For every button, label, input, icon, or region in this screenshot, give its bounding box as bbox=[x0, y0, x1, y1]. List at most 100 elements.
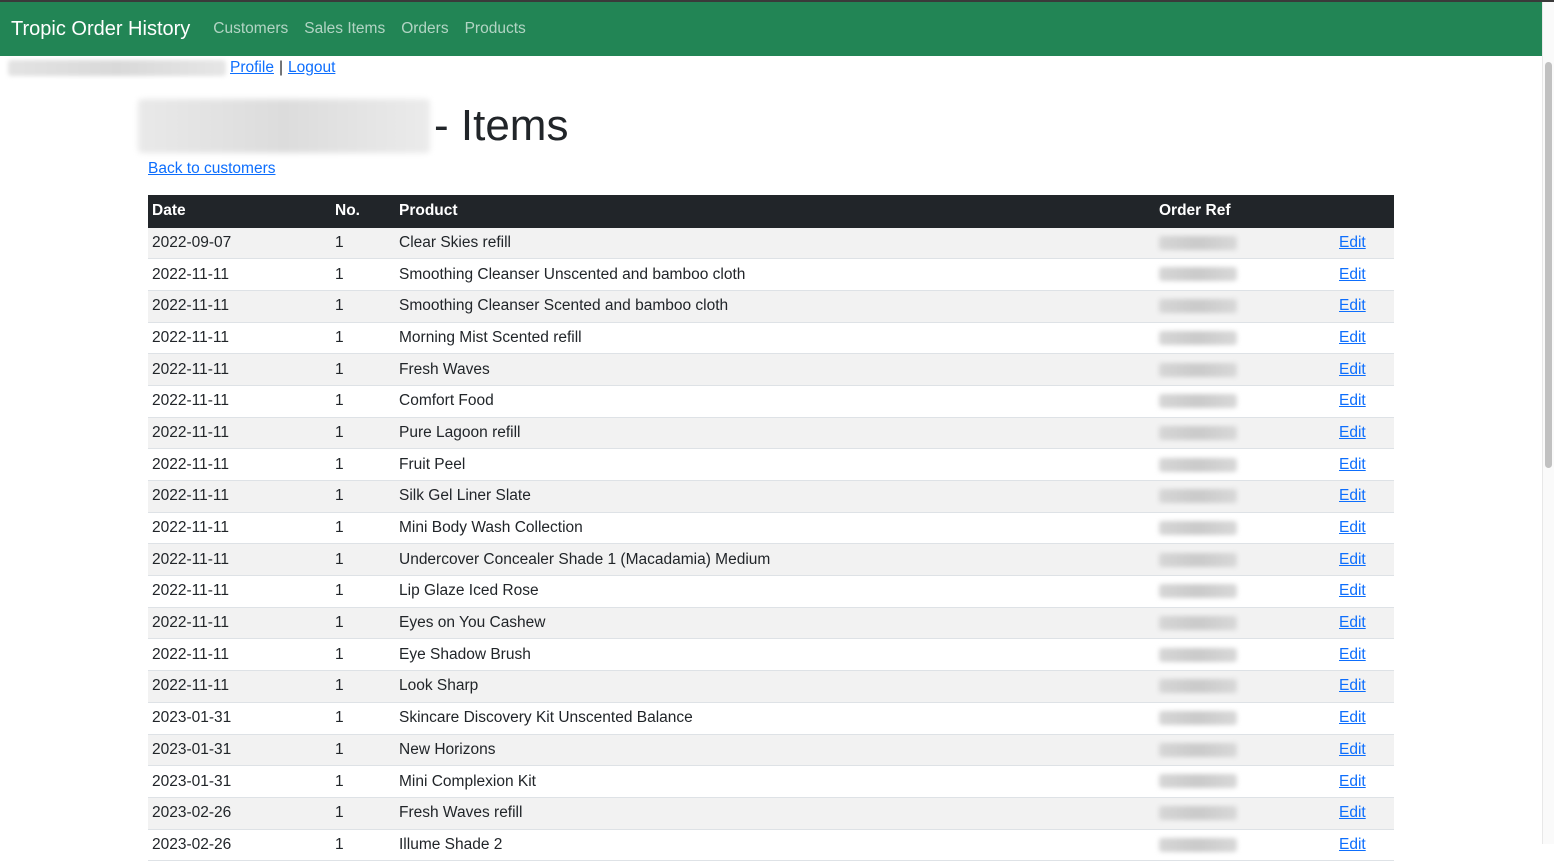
cell-actions: Edit bbox=[1327, 607, 1394, 640]
redacted-order-ref bbox=[1159, 235, 1237, 250]
table-row: 2023-01-31 1 New Horizons Edit bbox=[148, 734, 1394, 767]
cell-actions: Edit bbox=[1327, 670, 1394, 703]
cell-date: 2022-11-11 bbox=[148, 290, 331, 323]
page-scrollbar[interactable] bbox=[1542, 2, 1554, 844]
cell-actions: Edit bbox=[1327, 353, 1394, 386]
table-row: 2022-11-11 1 Look Sharp Edit bbox=[148, 670, 1394, 703]
edit-link[interactable]: Edit bbox=[1339, 836, 1366, 853]
navbar-brand[interactable]: Tropic Order History bbox=[11, 18, 190, 41]
table-row: 2022-11-11 1 Undercover Concealer Shade 1 … bbox=[148, 543, 1394, 577]
edit-link[interactable]: Edit bbox=[1339, 741, 1366, 758]
cell-order-ref bbox=[1155, 638, 1327, 672]
redacted-order-ref bbox=[1159, 457, 1237, 472]
redacted-order-ref bbox=[1159, 584, 1237, 599]
cell-product: Smoothing Cleanser Scented and bamboo cl… bbox=[395, 290, 1155, 323]
cell-no: 1 bbox=[331, 797, 395, 830]
cell-no: 1 bbox=[331, 765, 395, 798]
edit-link[interactable]: Edit bbox=[1339, 361, 1366, 378]
edit-link[interactable]: Edit bbox=[1339, 646, 1366, 663]
userbar-separator: | bbox=[278, 59, 283, 76]
cell-date: 2022-09-07 bbox=[148, 227, 331, 260]
edit-link[interactable]: Edit bbox=[1339, 677, 1366, 694]
redacted-order-ref bbox=[1159, 616, 1237, 630]
table-row: 2022-09-07 1 Clear Skies refill Edit bbox=[148, 227, 1394, 260]
cell-product: Eyes on You Cashew bbox=[395, 607, 1155, 640]
cell-product: Clear Skies refill bbox=[395, 227, 1155, 260]
cell-actions: Edit bbox=[1327, 829, 1394, 861]
cell-product: Fresh Waves bbox=[395, 353, 1155, 386]
nav-link-sales-items[interactable]: Sales Items bbox=[304, 20, 385, 38]
nav-link-products[interactable]: Products bbox=[465, 20, 526, 38]
table-row: 2023-02-26 1 Fresh Waves refill Edit bbox=[148, 797, 1394, 830]
redacted-order-ref bbox=[1159, 362, 1237, 377]
cell-actions: Edit bbox=[1327, 543, 1394, 577]
edit-link[interactable]: Edit bbox=[1339, 614, 1366, 631]
table-row: 2022-11-11 1 Smoothing Cleanser Scented an… bbox=[148, 290, 1394, 323]
cell-order-ref bbox=[1155, 670, 1327, 703]
edit-link[interactable]: Edit bbox=[1339, 582, 1366, 599]
edit-link[interactable]: Edit bbox=[1339, 487, 1366, 504]
cell-date: 2023-01-31 bbox=[148, 702, 331, 735]
cell-product: New Horizons bbox=[395, 734, 1155, 767]
cell-no: 1 bbox=[331, 543, 395, 577]
cell-no: 1 bbox=[331, 638, 395, 672]
cell-order-ref bbox=[1155, 512, 1327, 545]
items-table: Date No. Product Order Ref 2022-09-07 1 Cl… bbox=[148, 195, 1394, 861]
cell-date: 2023-02-26 bbox=[148, 829, 331, 861]
cell-product: Silk Gel Liner Slate bbox=[395, 480, 1155, 513]
edit-link[interactable]: Edit bbox=[1339, 266, 1366, 283]
edit-link[interactable]: Edit bbox=[1339, 234, 1366, 251]
edit-link[interactable]: Edit bbox=[1339, 424, 1366, 441]
cell-no: 1 bbox=[331, 290, 395, 323]
table-row: 2022-11-11 1 Pure Lagoon refill Edit bbox=[148, 417, 1394, 450]
cell-order-ref bbox=[1155, 575, 1327, 608]
cell-actions: Edit bbox=[1327, 258, 1394, 291]
edit-link[interactable]: Edit bbox=[1339, 329, 1366, 346]
edit-link[interactable]: Edit bbox=[1339, 804, 1366, 821]
header-product: Product bbox=[395, 195, 1155, 228]
redacted-order-ref bbox=[1159, 711, 1237, 726]
logout-link[interactable]: Logout bbox=[288, 59, 335, 77]
cell-no: 1 bbox=[331, 353, 395, 386]
table-header-row: Date No. Product Order Ref bbox=[148, 195, 1394, 228]
nav-link-customers[interactable]: Customers bbox=[213, 20, 288, 38]
cell-actions: Edit bbox=[1327, 638, 1394, 672]
edit-link[interactable]: Edit bbox=[1339, 773, 1366, 790]
cell-product: Undercover Concealer Shade 1 (Macadamia)… bbox=[395, 543, 1155, 577]
table-row: 2022-11-11 1 Silk Gel Liner Slate Edit bbox=[148, 480, 1394, 513]
cell-product: Look Sharp bbox=[395, 670, 1155, 703]
cell-order-ref bbox=[1155, 829, 1327, 861]
cell-actions: Edit bbox=[1327, 227, 1394, 260]
user-bar: Profile | Logout bbox=[8, 58, 335, 78]
cell-product: Smoothing Cleanser Unscented and bamboo … bbox=[395, 258, 1155, 291]
cell-no: 1 bbox=[331, 385, 395, 418]
header-date: Date bbox=[148, 195, 331, 228]
edit-link[interactable]: Edit bbox=[1339, 392, 1366, 409]
back-to-customers-link[interactable]: Back to customers bbox=[148, 160, 276, 178]
nav-link-orders[interactable]: Orders bbox=[401, 20, 448, 38]
redacted-order-ref bbox=[1159, 552, 1237, 567]
cell-no: 1 bbox=[331, 575, 395, 608]
cell-order-ref bbox=[1155, 702, 1327, 735]
header-no: No. bbox=[331, 195, 395, 228]
profile-link[interactable]: Profile bbox=[230, 59, 274, 77]
redacted-order-ref bbox=[1159, 520, 1237, 535]
table-row: 2023-02-26 1 Illume Shade 2 Edit bbox=[148, 829, 1394, 861]
redacted-order-ref bbox=[1159, 679, 1237, 694]
edit-link[interactable]: Edit bbox=[1339, 551, 1366, 568]
redacted-order-ref bbox=[1159, 394, 1237, 409]
cell-actions: Edit bbox=[1327, 448, 1394, 481]
edit-link[interactable]: Edit bbox=[1339, 519, 1366, 536]
cell-actions: Edit bbox=[1327, 512, 1394, 545]
cell-date: 2023-01-31 bbox=[148, 734, 331, 767]
table-row: 2023-01-31 1 Mini Complexion Kit Edit bbox=[148, 765, 1394, 798]
cell-date: 2022-11-11 bbox=[148, 322, 331, 355]
edit-link[interactable]: Edit bbox=[1339, 709, 1366, 726]
cell-product: Eye Shadow Brush bbox=[395, 638, 1155, 672]
cell-actions: Edit bbox=[1327, 290, 1394, 323]
edit-link[interactable]: Edit bbox=[1339, 297, 1366, 314]
scrollbar-thumb[interactable] bbox=[1545, 62, 1552, 468]
edit-link[interactable]: Edit bbox=[1339, 456, 1366, 473]
cell-no: 1 bbox=[331, 322, 395, 355]
cell-date: 2022-11-11 bbox=[148, 512, 331, 545]
